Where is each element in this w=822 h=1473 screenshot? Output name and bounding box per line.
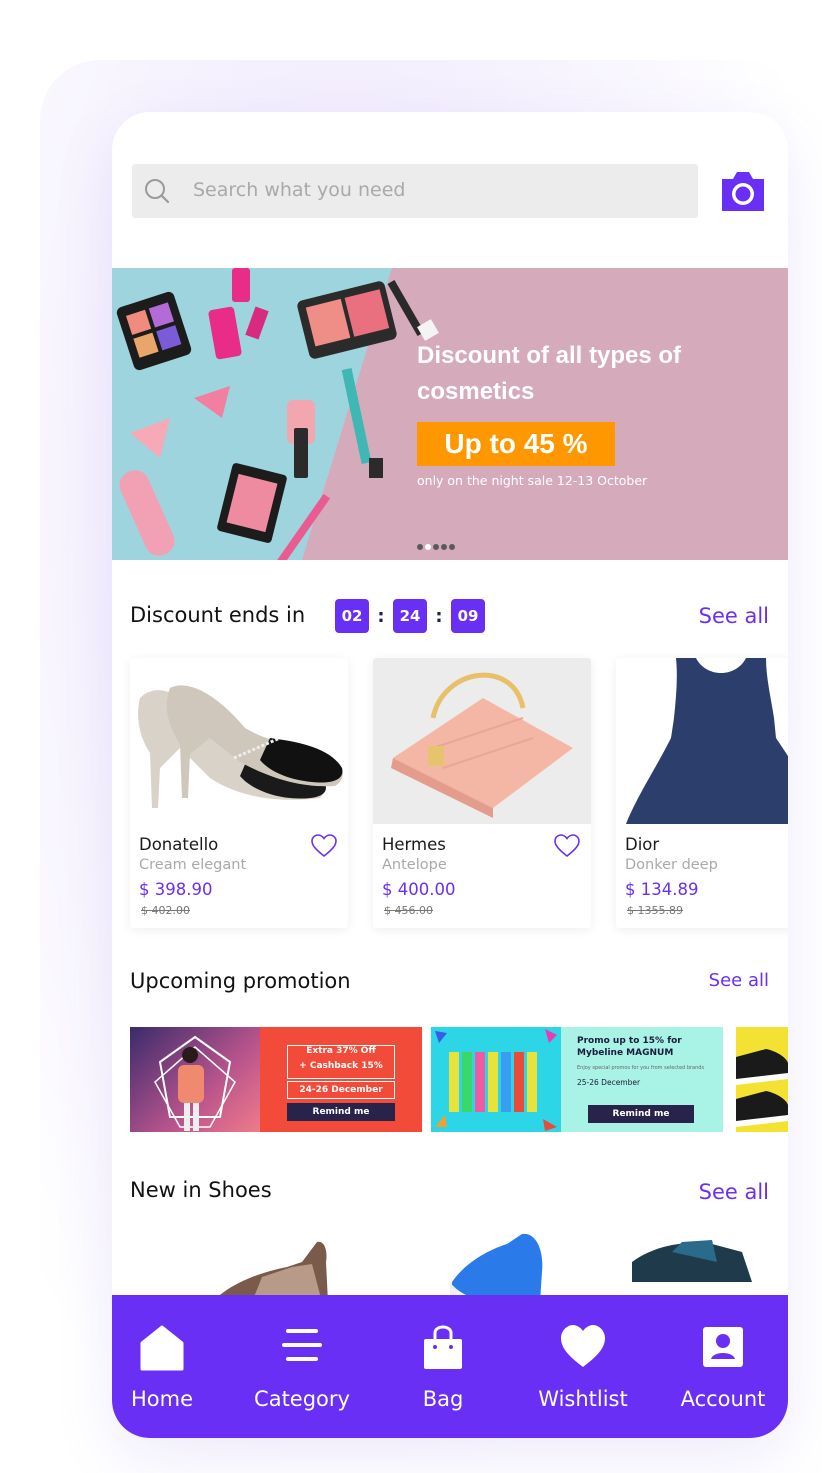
- product-old-price: $ 1355.89: [627, 904, 683, 917]
- carousel-dot-active[interactable]: [425, 544, 431, 550]
- new-shoes-images: [212, 1233, 752, 1302]
- product-card[interactable]: Hermes Antelope $ 400.00 $ 456.00: [373, 658, 591, 928]
- hero-subtext: only on the night sale 12-13 October: [417, 473, 648, 488]
- promotion-offer-line1: Extra 37% Off: [306, 1046, 376, 1056]
- hero-banner[interactable]: Discount of all types of cosmetics Up to…: [112, 268, 788, 560]
- product-brand: Donatello: [139, 835, 219, 854]
- product-image-dress: [616, 658, 788, 824]
- hero-discount-badge: Up to 45 %: [417, 422, 615, 466]
- product-price: $ 398.90: [139, 880, 213, 899]
- discount-see-all-link[interactable]: See all: [699, 604, 769, 628]
- remind-me-button[interactable]: Remind me: [287, 1103, 395, 1121]
- promotion-offer-panel: Promo up to 15% for Mybeline MAGNUM Enjo…: [561, 1027, 723, 1132]
- hero-headline: Discount of all types of cosmetics: [417, 342, 682, 405]
- timer-separator: :: [435, 605, 443, 627]
- tab-bag[interactable]: Bag: [378, 1321, 508, 1411]
- promotion-card[interactable]: Extra 37% Off + Cashback 15% 24-26 Decem…: [130, 1027, 422, 1132]
- product-price: $ 134.89: [625, 880, 699, 899]
- product-old-price: $ 402.00: [141, 904, 190, 917]
- bag-icon: [424, 1325, 462, 1369]
- carousel-dot[interactable]: [433, 544, 439, 550]
- product-brand: Dior: [625, 835, 660, 854]
- product-old-price: $ 456.00: [384, 904, 433, 917]
- search-placeholder: Search what you need: [193, 179, 406, 201]
- carousel-dot[interactable]: [417, 544, 423, 550]
- promotion-date: 25-26 December: [577, 1078, 641, 1087]
- carousel-dot[interactable]: [441, 544, 447, 550]
- promotion-description: Enjoy special promos for you from select…: [577, 1065, 705, 1071]
- product-brand: Hermes: [382, 835, 446, 854]
- product-model: Antelope: [382, 857, 447, 873]
- promotion-list: Extra 37% Off + Cashback 15% 24-26 Decem…: [130, 1027, 788, 1132]
- discount-product-list: Donatello Cream elegant $ 398.90 $ 402.0…: [130, 658, 788, 928]
- promotion-offer-line2: + Cashback 15%: [299, 1061, 383, 1071]
- tab-home[interactable]: Home: [112, 1321, 227, 1411]
- tab-category[interactable]: Category: [237, 1321, 367, 1411]
- product-card[interactable]: Donatello Cream elegant $ 398.90 $ 402.0…: [130, 658, 348, 928]
- product-price: $ 400.00: [382, 880, 456, 899]
- promotion-see-all-link[interactable]: See all: [709, 970, 769, 991]
- phone-screen: Search what you need Discount of all typ…: [112, 112, 788, 1438]
- discount-section-title: Discount ends in: [130, 603, 306, 627]
- tab-category-label: Category: [254, 1387, 350, 1411]
- promotion-date: 24-26 December: [287, 1081, 395, 1099]
- product-card[interactable]: Dior Donker deep $ 134.89 $ 1355.89: [616, 658, 788, 928]
- heart-icon: [561, 1325, 605, 1367]
- mascara-graphic: [435, 1029, 557, 1131]
- shoes-see-all-link[interactable]: See all: [699, 1180, 769, 1204]
- wishlist-heart-icon[interactable]: [554, 834, 580, 858]
- promotion-offer-panel: Extra 37% Off + Cashback 15% 24-26 Decem…: [260, 1027, 422, 1132]
- product-model: Cream elegant: [139, 857, 247, 873]
- tab-wishlist-label: Wishtlist: [538, 1387, 628, 1411]
- carousel-dots[interactable]: [417, 544, 455, 550]
- promotion-sneaker-image: [736, 1049, 788, 1127]
- tab-account-label: Account: [680, 1387, 766, 1411]
- search-bar[interactable]: Search what you need: [132, 164, 698, 218]
- bottom-tab-bar: Home Category Bag Wishtlist Account: [112, 1295, 788, 1438]
- promotion-card[interactable]: Promo up to 15% for Mybeline MAGNUM Enjo…: [431, 1027, 723, 1132]
- countdown-timer: 02 : 24 : 09: [335, 599, 485, 633]
- promotion-card[interactable]: [736, 1027, 788, 1132]
- carousel-dot[interactable]: [449, 544, 455, 550]
- tab-home-label: Home: [130, 1387, 193, 1411]
- product-image-heels: [130, 658, 348, 824]
- search-icon: [145, 179, 170, 204]
- promotion-product-image: [431, 1027, 561, 1132]
- promotion-model-image: [130, 1027, 260, 1132]
- promotion-frame-graphic: [154, 1035, 236, 1131]
- tab-bag-label: Bag: [422, 1387, 464, 1411]
- timer-seconds: 09: [451, 599, 485, 633]
- timer-separator: :: [377, 605, 385, 627]
- remind-me-button[interactable]: Remind me: [588, 1105, 694, 1123]
- product-model: Donker deep: [625, 857, 718, 873]
- promotion-title: Promo up to 15% for Mybeline MAGNUM: [577, 1036, 682, 1058]
- account-icon: [703, 1327, 743, 1367]
- hero-background: [112, 268, 788, 560]
- tab-wishlist[interactable]: Wishtlist: [518, 1321, 648, 1411]
- product-image-handbag: [373, 658, 591, 824]
- category-icon: [282, 1329, 322, 1361]
- timer-minutes: 24: [393, 599, 427, 633]
- tab-account[interactable]: Account: [658, 1321, 788, 1411]
- promotion-section-title: Upcoming promotion: [130, 969, 351, 993]
- wishlist-heart-icon[interactable]: [311, 834, 337, 858]
- timer-hours: 02: [335, 599, 369, 633]
- shoes-section-title: New in Shoes: [130, 1178, 272, 1202]
- camera-icon[interactable]: [720, 169, 766, 213]
- home-icon: [140, 1325, 184, 1371]
